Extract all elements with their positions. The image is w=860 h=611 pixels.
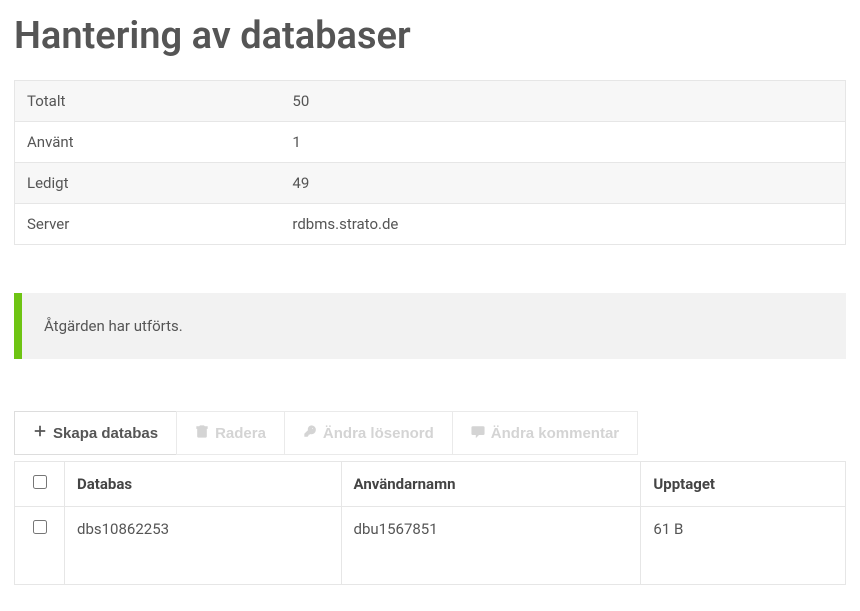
delete-label: Radera — [215, 425, 266, 442]
col-username: Användarnamn — [341, 462, 641, 507]
comment-icon — [471, 424, 485, 442]
select-all-checkbox[interactable] — [33, 475, 47, 489]
success-alert: Åtgärden har utförts. — [14, 293, 846, 359]
info-value: 49 — [280, 163, 845, 204]
table-row: dbs10862253 dbu1567851 61 B — [15, 507, 846, 585]
info-row-used: Använt 1 — [15, 122, 846, 163]
info-value: 50 — [280, 81, 845, 122]
info-label: Ledigt — [15, 163, 281, 204]
database-table: Databas Användarnamn Upptaget dbs1086225… — [14, 461, 846, 585]
info-label: Använt — [15, 122, 281, 163]
create-label: Skapa databas — [53, 425, 158, 442]
select-all-header — [15, 462, 65, 507]
col-database: Databas — [65, 462, 342, 507]
plus-icon — [33, 424, 47, 442]
alert-message: Åtgärden har utförts. — [44, 317, 183, 335]
page-title: Hantering av databaser — [14, 14, 846, 58]
create-database-button[interactable]: Skapa databas — [14, 411, 177, 455]
info-label: Server — [15, 204, 281, 245]
change-comment-label: Ändra kommentar — [491, 425, 619, 442]
info-value: rdbms.strato.de — [280, 204, 845, 245]
key-icon — [303, 424, 317, 442]
change-password-button[interactable]: Ändra lösenord — [284, 411, 453, 455]
trash-icon — [195, 424, 209, 442]
info-value: 1 — [280, 122, 845, 163]
cell-used: 61 B — [641, 507, 846, 585]
info-row-free: Ledigt 49 — [15, 163, 846, 204]
info-row-total: Totalt 50 — [15, 81, 846, 122]
cell-database: dbs10862253 — [65, 507, 342, 585]
toolbar: Skapa databas Radera Ändra lösenord Ändr… — [14, 411, 846, 455]
change-comment-button[interactable]: Ändra kommentar — [452, 411, 638, 455]
cell-username: dbu1567851 — [341, 507, 641, 585]
change-password-label: Ändra lösenord — [323, 425, 434, 442]
info-row-server: Server rdbms.strato.de — [15, 204, 846, 245]
delete-button[interactable]: Radera — [176, 411, 285, 455]
col-used: Upptaget — [641, 462, 846, 507]
row-checkbox[interactable] — [33, 520, 47, 534]
row-select-cell — [15, 507, 65, 585]
info-label: Totalt — [15, 81, 281, 122]
info-table: Totalt 50 Använt 1 Ledigt 49 Server rdbm… — [14, 80, 846, 245]
